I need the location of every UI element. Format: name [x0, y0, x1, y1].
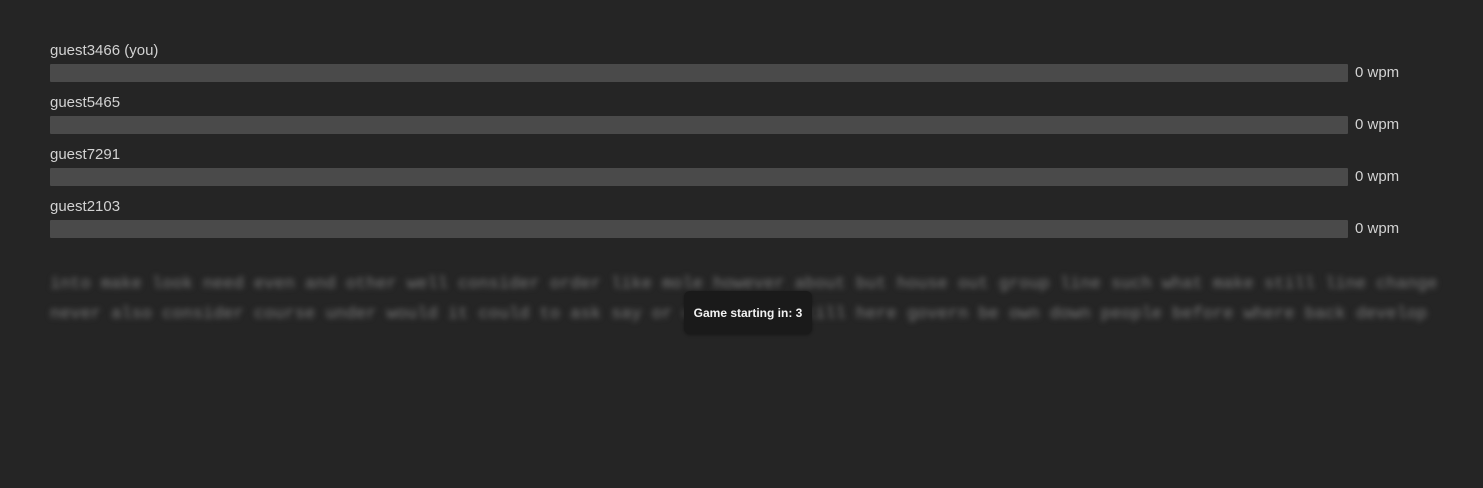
race-progress-list: guest3466 (you) 0 wpm guest5465 0 wpm gu… — [50, 42, 1430, 250]
progress-track — [50, 168, 1348, 186]
player-wpm: 0 wpm — [1355, 64, 1400, 81]
player-wpm: 0 wpm — [1355, 168, 1400, 185]
player-row: guest5465 0 wpm — [50, 94, 1430, 146]
player-name: guest2103 — [50, 198, 121, 215]
player-wpm: 0 wpm — [1355, 116, 1400, 133]
player-name: guest5465 — [50, 94, 121, 111]
player-row: guest7291 0 wpm — [50, 146, 1430, 198]
player-name: guest3466 (you) — [50, 42, 159, 59]
player-name: guest7291 — [50, 146, 121, 163]
player-row: guest2103 0 wpm — [50, 198, 1430, 250]
progress-track — [50, 220, 1348, 238]
progress-track — [50, 64, 1348, 82]
player-row: guest3466 (you) 0 wpm — [50, 42, 1430, 94]
player-wpm: 0 wpm — [1355, 220, 1400, 237]
progress-track — [50, 116, 1348, 134]
countdown-toast: Game starting in: 3 — [684, 291, 812, 334]
